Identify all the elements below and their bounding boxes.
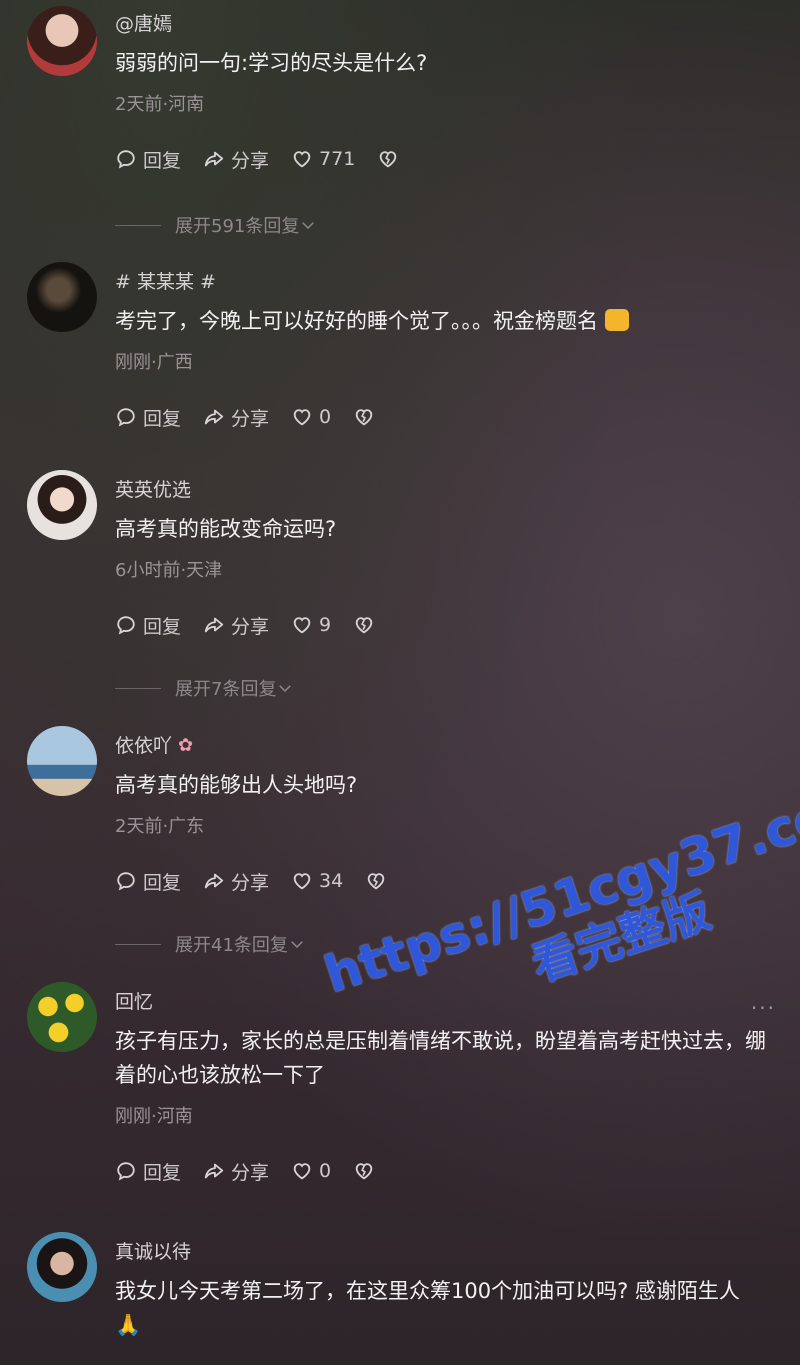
username[interactable]: 英英优选	[115, 478, 770, 502]
username[interactable]: 真诚以待	[115, 1240, 770, 1264]
reply-icon	[115, 148, 137, 170]
dislike-button[interactable]	[365, 870, 387, 892]
comment-meta: 2天前·河南	[115, 94, 205, 115]
share-button[interactable]: 分享	[203, 868, 269, 895]
username[interactable]: # 某某某 #	[115, 270, 770, 294]
comment-text: 高考真的能改变命运吗?	[115, 517, 337, 541]
reply-icon	[115, 614, 137, 636]
divider	[115, 943, 161, 945]
avatar[interactable]	[27, 726, 97, 796]
heart-icon	[291, 148, 313, 170]
action-bar: 回复 分享 0	[115, 1156, 770, 1186]
flower-icon: ✿	[178, 735, 194, 756]
expand-replies[interactable]: 展开41条回复	[115, 931, 306, 957]
reply-icon	[115, 870, 137, 892]
avatar[interactable]	[27, 982, 97, 1052]
heart-icon	[291, 406, 313, 428]
like-count: 0	[319, 1160, 332, 1182]
share-button[interactable]: 分享	[203, 1158, 269, 1185]
username[interactable]: @唐嫣	[115, 12, 770, 36]
share-button[interactable]: 分享	[203, 404, 269, 431]
heart-icon	[291, 870, 313, 892]
comment-meta: 刚刚·河南	[115, 1106, 193, 1127]
thumbs-up-icon	[604, 309, 629, 331]
comment-text: 弱弱的问一句:学习的尽头是什么?	[115, 51, 428, 75]
username[interactable]: 依依吖 ✿	[115, 734, 770, 758]
share-icon	[203, 1160, 225, 1182]
avatar[interactable]	[27, 470, 97, 540]
share-button[interactable]: 分享	[203, 612, 269, 639]
share-button[interactable]: 分享	[203, 146, 269, 173]
comment-meta: 6小时前·天津	[115, 560, 223, 581]
action-bar: 回复 分享 771	[115, 144, 770, 174]
expand-replies[interactable]: 展开7条回复	[115, 675, 294, 701]
broken-heart-icon	[377, 148, 399, 170]
share-icon	[203, 406, 225, 428]
heart-icon	[291, 1160, 313, 1182]
like-button[interactable]: 771	[291, 148, 355, 170]
reply-button[interactable]: 回复	[115, 404, 181, 431]
reply-button[interactable]: 回复	[115, 612, 181, 639]
reply-button[interactable]: 回复	[115, 868, 181, 895]
dislike-button[interactable]	[353, 406, 375, 428]
dislike-button[interactable]	[353, 614, 375, 636]
praying-hands-icon: 🙏	[115, 1313, 142, 1337]
heart-icon	[291, 614, 313, 636]
broken-heart-icon	[365, 870, 387, 892]
broken-heart-icon	[353, 406, 375, 428]
chevron-down-icon	[299, 216, 317, 234]
reply-button[interactable]: 回复	[115, 146, 181, 173]
share-icon	[203, 870, 225, 892]
broken-heart-icon	[353, 1160, 375, 1182]
chevron-down-icon	[288, 935, 306, 953]
chevron-down-icon	[276, 679, 294, 697]
reply-button[interactable]: 回复	[115, 1158, 181, 1185]
action-bar: 回复 分享 9	[115, 610, 770, 640]
dislike-button[interactable]	[353, 1160, 375, 1182]
comment-text: 高考真的能够出人头地吗?	[115, 773, 358, 797]
reply-icon	[115, 406, 137, 428]
avatar[interactable]	[27, 1232, 97, 1302]
comment-text: 孩子有压力，家长的总是压制着情绪不敢说，盼望着高考赶快过去，绷着的心也该放松一下…	[115, 1029, 766, 1087]
comment-text: 我女儿今天考第二场了，在这里众筹100个加油可以吗? 感谢陌生人 🙏	[115, 1279, 740, 1337]
broken-heart-icon	[353, 614, 375, 636]
like-button[interactable]: 9	[291, 614, 331, 636]
share-icon	[203, 148, 225, 170]
like-count: 34	[319, 870, 344, 892]
comment-text: 考完了，今晚上可以好好的睡个觉了。。。祝金榜题名	[115, 304, 770, 338]
like-count: 9	[319, 614, 332, 636]
avatar[interactable]	[27, 6, 97, 76]
avatar[interactable]	[27, 262, 97, 332]
like-count: 0	[319, 406, 332, 428]
dislike-button[interactable]	[377, 148, 399, 170]
reply-icon	[115, 1160, 137, 1182]
comment-meta: 刚刚·广西	[115, 352, 193, 373]
expand-replies[interactable]: 展开591条回复	[115, 212, 317, 238]
like-button[interactable]: 0	[291, 406, 331, 428]
like-button[interactable]: 0	[291, 1160, 331, 1182]
like-button[interactable]: 34	[291, 870, 343, 892]
divider	[115, 687, 161, 689]
like-count: 771	[319, 148, 356, 170]
share-icon	[203, 614, 225, 636]
action-bar: 回复 分享 0	[115, 402, 770, 432]
divider	[115, 224, 161, 226]
